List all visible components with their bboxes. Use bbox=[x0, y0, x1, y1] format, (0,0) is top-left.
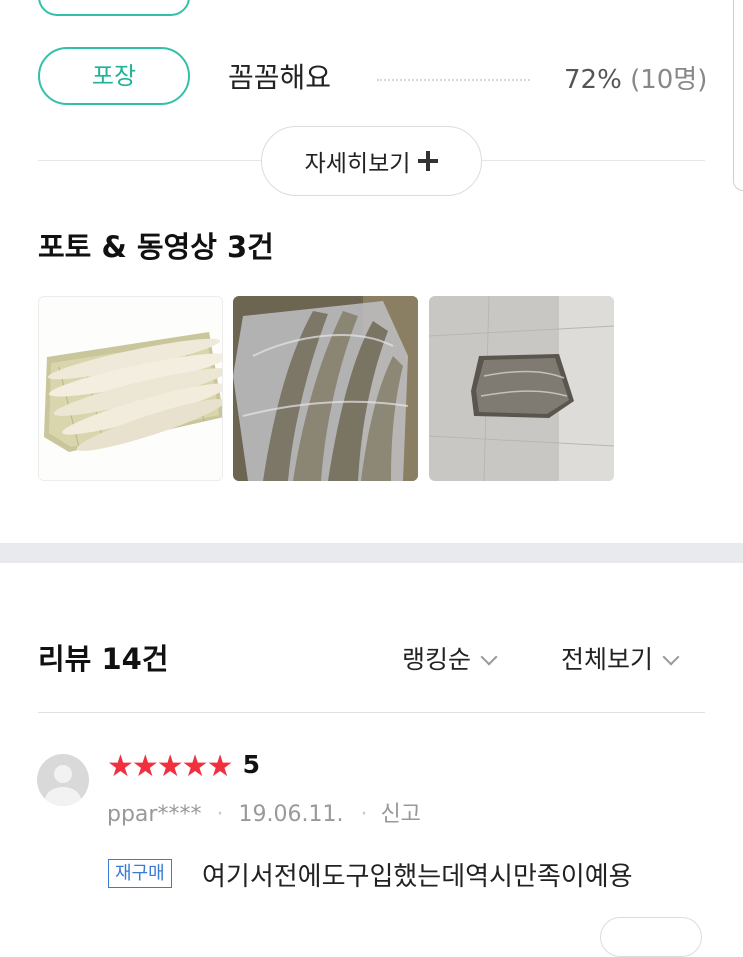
chevron-down-icon bbox=[480, 648, 498, 666]
photos-title: 포토 & 동영상 3건 bbox=[38, 230, 274, 264]
survey-tag-label: 포장 bbox=[91, 62, 137, 90]
survey-tag-pill-prev bbox=[38, 0, 190, 16]
review-user: ppar**** bbox=[107, 802, 202, 827]
review-text: 여기서전에도구입했는데역시만족이예용 bbox=[202, 862, 633, 892]
filter-label: 전체보기 bbox=[561, 645, 654, 674]
avatar bbox=[37, 754, 89, 806]
photo-thumbnail-2[interactable] bbox=[233, 296, 418, 481]
chevron-down-icon bbox=[662, 648, 680, 666]
review-meta: ppar**** · 19.06.11. · 신고 bbox=[107, 796, 421, 828]
review-score: 5 bbox=[242, 750, 260, 779]
survey-count: (10명) bbox=[630, 65, 708, 95]
report-link[interactable]: 신고 bbox=[380, 802, 420, 827]
meta-separator: · bbox=[360, 802, 368, 827]
survey-dotted-line bbox=[377, 79, 530, 81]
sort-label: 랭킹순 bbox=[402, 645, 472, 674]
more-details-button[interactable]: 자세히보기 bbox=[261, 126, 482, 196]
meta-separator: · bbox=[216, 802, 224, 827]
repurchase-badge: 재구매 bbox=[108, 859, 172, 888]
filter-dropdown[interactable]: 전체보기 bbox=[561, 640, 680, 676]
photo-thumbnail-3[interactable] bbox=[429, 296, 614, 481]
more-details-label: 자세히보기 bbox=[304, 151, 411, 177]
badge-label: 재구매 bbox=[115, 863, 165, 884]
survey-result: 72% (10명) bbox=[564, 59, 707, 96]
section-separator bbox=[0, 543, 743, 563]
photo-thumbnail-1[interactable] bbox=[38, 296, 223, 481]
plus-icon bbox=[418, 151, 439, 171]
reviews-title: 리뷰 14건 bbox=[38, 642, 169, 676]
scroll-indicator bbox=[733, 0, 743, 191]
divider bbox=[38, 712, 705, 713]
sort-dropdown[interactable]: 랭킹순 bbox=[402, 640, 498, 676]
star-rating-icon: ★★★★★ bbox=[107, 749, 233, 784]
survey-percent: 72% bbox=[564, 65, 622, 95]
survey-tag-pill: 포장 bbox=[38, 47, 190, 105]
review-action-button[interactable] bbox=[600, 917, 702, 957]
review-date: 19.06.11. bbox=[238, 802, 344, 827]
survey-answer: 꼼꼼해요 bbox=[228, 61, 332, 94]
review-rating: ★★★★★ 5 bbox=[107, 749, 260, 784]
